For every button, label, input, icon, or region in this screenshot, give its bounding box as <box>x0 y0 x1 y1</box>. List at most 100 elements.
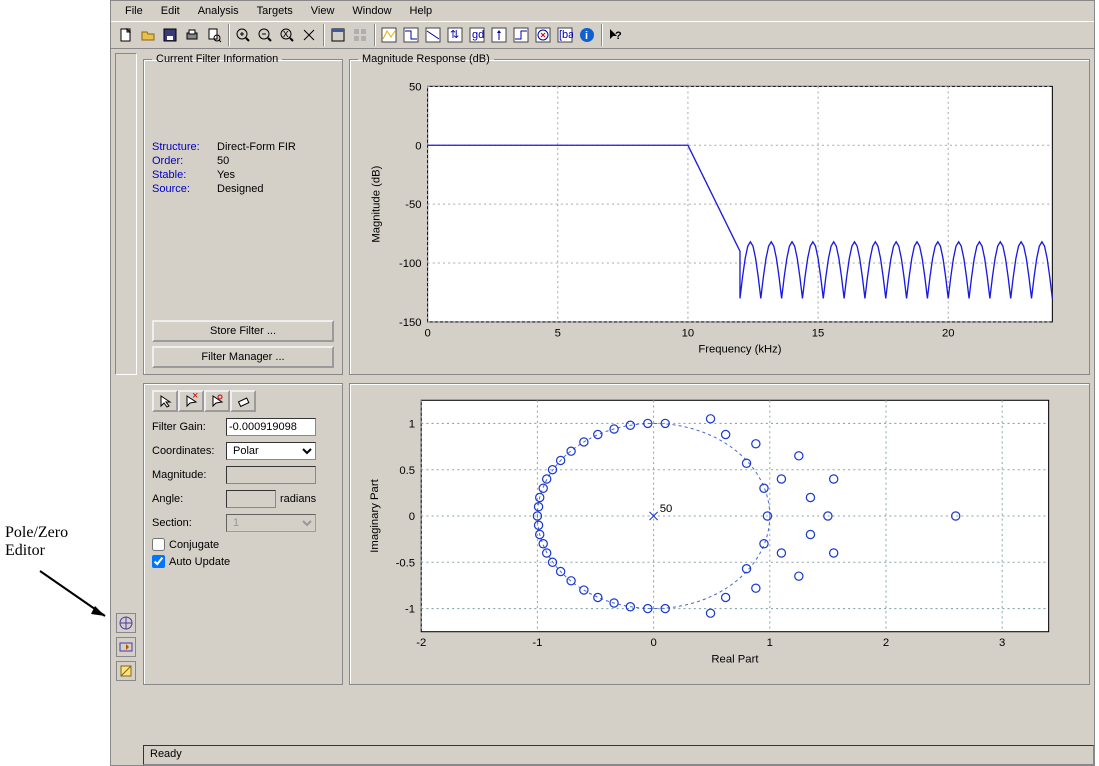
zoom-in-icon[interactable] <box>232 24 254 46</box>
coordinates-label: Coordinates: <box>152 445 222 457</box>
whatsthis-icon[interactable]: ? <box>605 24 627 46</box>
structure-value: Direct-Form FIR <box>217 141 296 153</box>
svg-text:0: 0 <box>650 637 656 649</box>
svg-text:15: 15 <box>812 327 825 339</box>
annotation-arrow <box>35 566 115 626</box>
groupdelay-icon[interactable]: gd <box>466 24 488 46</box>
phaseresp-icon[interactable] <box>422 24 444 46</box>
svg-text:[ba]: [ba] <box>559 29 573 41</box>
svg-text:Real Part: Real Part <box>711 654 759 666</box>
impresp-icon[interactable] <box>488 24 510 46</box>
filter-manager-button[interactable]: Filter Manager ... <box>152 346 334 368</box>
angle-label: Angle: <box>152 493 222 505</box>
pole-zero-plot: -2-10123-1-0.500.5150Real PartImaginary … <box>358 390 1081 678</box>
menu-view[interactable]: View <box>303 3 343 19</box>
svg-text:i: i <box>585 30 588 42</box>
select-tool-icon[interactable] <box>152 390 178 412</box>
pole-zero-plot-panel: -2-10123-1-0.500.5150Real PartImaginary … <box>349 383 1090 685</box>
tile-icon <box>349 24 371 46</box>
menu-file[interactable]: File <box>117 3 151 19</box>
svg-text:1: 1 <box>409 419 415 431</box>
save-icon[interactable] <box>159 24 181 46</box>
menu-targets[interactable]: Targets <box>249 3 301 19</box>
svg-text:?: ? <box>615 30 622 42</box>
menu-analysis[interactable]: Analysis <box>190 3 247 19</box>
svg-text:-1: -1 <box>405 604 415 616</box>
svg-text:Magnitude (dB): Magnitude (dB) <box>370 165 382 242</box>
stepresp-icon[interactable] <box>510 24 532 46</box>
order-label: Order: <box>152 155 217 167</box>
svg-text:-1: -1 <box>532 637 542 649</box>
magnitude-label: Magnitude: <box>152 469 222 481</box>
svg-text:5: 5 <box>555 327 561 339</box>
open-icon[interactable] <box>137 24 159 46</box>
spec-icon[interactable] <box>378 24 400 46</box>
import-sidebar-icon[interactable] <box>116 637 136 657</box>
zoom-out-icon[interactable] <box>254 24 276 46</box>
menu-help[interactable]: Help <box>402 3 441 19</box>
magresp-icon[interactable] <box>400 24 422 46</box>
svg-text:-0.5: -0.5 <box>396 557 415 569</box>
svg-text:Frequency (kHz): Frequency (kHz) <box>698 344 781 356</box>
auto-update-label: Auto Update <box>169 556 230 568</box>
menu-window[interactable]: Window <box>344 3 399 19</box>
menu-edit[interactable]: Edit <box>153 3 188 19</box>
angle-input[interactable] <box>226 490 276 508</box>
section-label: Section: <box>152 517 222 529</box>
svg-text:0: 0 <box>415 140 421 152</box>
zoom-full-icon[interactable] <box>298 24 320 46</box>
polezero-icon[interactable] <box>532 24 554 46</box>
zoom-x-icon[interactable]: x <box>276 24 298 46</box>
source-label: Source: <box>152 183 217 195</box>
store-filter-button[interactable]: Store Filter ... <box>152 320 334 342</box>
coordinates-select[interactable]: Polar <box>226 442 316 460</box>
svg-text:0: 0 <box>424 327 430 339</box>
magnitude-input[interactable] <box>226 466 316 484</box>
section-select[interactable]: 1 <box>226 514 316 532</box>
new-icon[interactable] <box>115 24 137 46</box>
svg-text:0: 0 <box>409 511 415 523</box>
svg-text:gd: gd <box>472 29 484 41</box>
pole-zero-editor-annotation: Pole/Zero Editor <box>5 524 68 560</box>
auto-update-checkbox[interactable] <box>152 555 165 568</box>
svg-text:0.5: 0.5 <box>399 465 415 477</box>
structure-label: Structure: <box>152 141 217 153</box>
svg-text:×: × <box>192 393 198 402</box>
svg-text:1: 1 <box>767 637 773 649</box>
left-sidebar-top <box>115 53 137 375</box>
left-sidebar-bottom <box>115 383 137 685</box>
svg-text:⇅: ⇅ <box>450 29 459 41</box>
svg-text:-2: -2 <box>416 637 426 649</box>
pole-zero-editor-panel: × Filter Gain: Coordinates:Polar Magnitu… <box>143 383 343 685</box>
info-icon[interactable]: i <box>576 24 598 46</box>
add-zero-tool-icon[interactable] <box>204 390 230 412</box>
conjugate-label: Conjugate <box>169 539 219 551</box>
angle-units: radians <box>280 493 316 505</box>
print-preview-icon[interactable] <box>203 24 225 46</box>
order-value: 50 <box>217 155 229 167</box>
conjugate-checkbox[interactable] <box>152 538 165 551</box>
svg-text:-100: -100 <box>399 258 422 270</box>
magphase-icon[interactable]: ⇅ <box>444 24 466 46</box>
magresp-legend: Magnitude Response (dB) <box>358 53 494 65</box>
status-bar: Ready <box>143 745 1094 765</box>
source-value: Designed <box>217 183 263 195</box>
svg-text:10: 10 <box>682 327 695 339</box>
menu-bar: File Edit Analysis Targets View Window H… <box>111 1 1094 21</box>
pz-editor-sidebar-icon[interactable] <box>116 613 136 633</box>
filter-gain-input[interactable] <box>226 418 316 436</box>
svg-text:x: x <box>283 28 289 40</box>
stable-value: Yes <box>217 169 235 181</box>
full-view-icon[interactable] <box>327 24 349 46</box>
info-legend: Current Filter Information <box>152 53 282 65</box>
coeffs-icon[interactable]: [ba] <box>554 24 576 46</box>
magnitude-response-panel: Magnitude Response (dB) 0 5 10 15 20 -150 -100… <box>349 53 1090 375</box>
svg-text:20: 20 <box>942 327 955 339</box>
erase-tool-icon[interactable] <box>230 390 256 412</box>
svg-text:50: 50 <box>409 81 422 93</box>
svg-text:-150: -150 <box>399 317 422 329</box>
design-sidebar-icon[interactable] <box>116 661 136 681</box>
delete-pole-tool-icon[interactable]: × <box>178 390 204 412</box>
print-icon[interactable] <box>181 24 203 46</box>
stable-label: Stable: <box>152 169 217 181</box>
